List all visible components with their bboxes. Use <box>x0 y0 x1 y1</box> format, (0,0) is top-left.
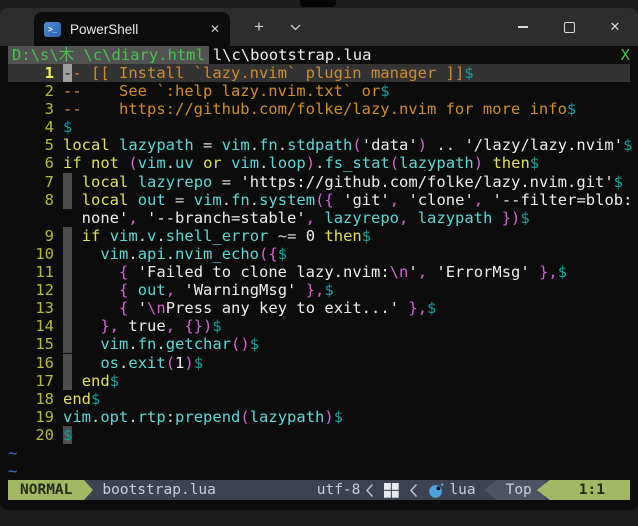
code-line: 10 vim.api.nvim_echo({$ <box>8 245 630 263</box>
terminal-content[interactable]: D:\s\木 \c\diary.html l\c\bootstrap.lua X… <box>0 46 638 510</box>
close-button[interactable]: ✕ <box>592 8 638 46</box>
editor-rows: 1-- [[ Install `lazy.nvim` plugin manage… <box>8 64 630 480</box>
statusline-encoding: utf-8 <box>317 482 361 498</box>
line-number: 6 <box>8 154 63 172</box>
line-number: 14 <box>8 317 63 335</box>
statusline-filename: bootstrap.lua <box>102 482 216 498</box>
code-line: 16 os.exit(1)$ <box>8 354 630 372</box>
windows-logo-icon <box>384 483 399 498</box>
window-controls: ✕ <box>500 8 638 46</box>
code-line: 7 local lazyrepo = 'https://github.com/f… <box>8 173 630 191</box>
terminal-window: >_ PowerShell ✕ + ✕ D:\s\木 \c\diary.html… <box>0 8 638 510</box>
line-number: 16 <box>8 354 63 372</box>
code-line: 8 local out = vim.fn.system({ 'git', 'cl… <box>8 191 630 209</box>
code-line: none', '--branch=stable', lazyrepo, lazy… <box>8 209 630 227</box>
maximize-button[interactable] <box>546 8 592 46</box>
code-line: 17 end$ <box>8 372 630 390</box>
line-number: 5 <box>8 136 63 154</box>
line-number: 11 <box>8 263 63 281</box>
chevron-left-icon <box>365 483 374 498</box>
mode-indicator: NORMAL <box>8 480 84 500</box>
nvim-tabline: D:\s\木 \c\diary.html l\c\bootstrap.lua X <box>8 46 630 64</box>
code-line: 12 { out, 'WarningMsg' },$ <box>8 281 630 299</box>
code-line: 2-- See `:help lazy.nvim.txt` or$ <box>8 82 630 100</box>
screen-artifact <box>300 0 336 7</box>
tab-dropdown-button[interactable] <box>280 8 310 46</box>
line-number: 9 <box>8 227 63 245</box>
tab-close-button[interactable]: ✕ <box>210 22 220 36</box>
line-number: 8 <box>8 191 63 209</box>
line-number: 1 <box>8 64 63 82</box>
cursor-position: 1:1 <box>537 480 630 500</box>
code-line: 5local lazypath = vim.fn.stdpath('data')… <box>8 136 630 154</box>
tab-powershell[interactable]: >_ PowerShell ✕ <box>34 12 230 46</box>
line-number: 10 <box>8 245 63 263</box>
line-number: 17 <box>8 372 63 390</box>
empty-line: ~ <box>8 444 630 462</box>
lua-icon <box>428 482 444 499</box>
code-line: 1-- [[ Install `lazy.nvim` plugin manage… <box>8 64 630 82</box>
scroll-position: Top <box>484 480 545 500</box>
statusline-filetype: lua <box>449 482 475 498</box>
statusline: NORMAL bootstrap.lua utf-8 lua T <box>8 480 630 500</box>
line-number: 7 <box>8 173 63 191</box>
line-number: 2 <box>8 82 63 100</box>
tabline-close-button[interactable]: X <box>621 46 630 64</box>
code-line: 3-- https://github.com/folke/lazy.nvim f… <box>8 100 630 118</box>
line-number: 3 <box>8 100 63 118</box>
maximize-icon <box>564 22 575 33</box>
tab-title: PowerShell <box>70 22 138 37</box>
powershell-icon: >_ <box>44 22 61 37</box>
minimize-button[interactable] <box>500 8 546 46</box>
powerline-arrow-icon <box>84 480 93 500</box>
code-line: 9 if vim.v.shell_error ~= 0 then$ <box>8 227 630 245</box>
code-line: 20$ <box>8 426 630 444</box>
line-number: 4 <box>8 118 63 136</box>
line-number: 15 <box>8 335 63 353</box>
titlebar[interactable]: >_ PowerShell ✕ + ✕ <box>0 8 638 46</box>
code-line: 13 { '\nPress any key to exit...' },$ <box>8 299 630 317</box>
new-tab-button[interactable]: + <box>244 8 274 46</box>
line-number: 13 <box>8 299 63 317</box>
line-number: 20 <box>8 426 63 444</box>
code-line: 18end$ <box>8 390 630 408</box>
line-number: 19 <box>8 408 63 426</box>
line-number: 12 <box>8 281 63 299</box>
tab-bootstrap[interactable]: l\c\bootstrap.lua <box>209 46 376 64</box>
code-line: 15 vim.fn.getchar()$ <box>8 335 630 353</box>
code-line: 19vim.opt.rtp:prepend(lazypath)$ <box>8 408 630 426</box>
line-number: 18 <box>8 390 63 408</box>
minimize-icon <box>518 26 528 27</box>
empty-line: ~ <box>8 462 630 480</box>
code-line: 4$ <box>8 118 630 136</box>
chevron-left-icon <box>409 483 418 498</box>
tab-diary[interactable]: D:\s\木 \c\diary.html <box>8 46 209 64</box>
chevron-down-icon <box>290 24 301 31</box>
code-line: 11 { 'Failed to clone lazy.nvim:\n', 'Er… <box>8 263 630 281</box>
code-line: 6if not (vim.uv or vim.loop).fs_stat(laz… <box>8 154 630 172</box>
code-line: 14 }, true, {})$ <box>8 317 630 335</box>
